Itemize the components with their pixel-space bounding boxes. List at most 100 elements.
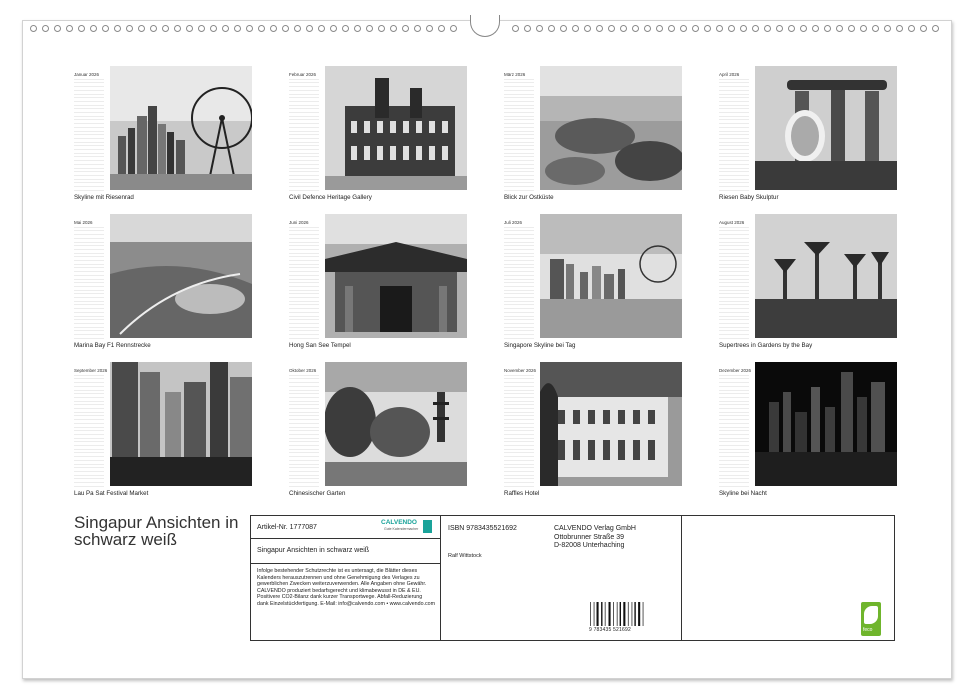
- barcode-number: 9 783435 521692: [589, 627, 631, 633]
- day-list: September 2026: [74, 368, 107, 489]
- day-lines: [74, 227, 104, 341]
- day-list: April 2026: [719, 72, 749, 193]
- publisher-name: CALVENDO Verlag GmbH: [554, 525, 636, 532]
- info-box: Artikel-Nr. 1777087 CALVENDO Gute Kalend…: [250, 515, 895, 641]
- day-lines: [289, 79, 319, 193]
- binding-hole: [426, 25, 433, 32]
- binding-hole: [632, 25, 639, 32]
- binding-hole: [162, 25, 169, 32]
- month-name: Mai 2026: [74, 220, 93, 225]
- photo-caption: Chinesischer Garten: [289, 490, 346, 497]
- binding-hole: [920, 25, 927, 32]
- month-name: Dezember 2026: [719, 368, 752, 373]
- photo-caption: Supertrees in Gardens by the Bay: [719, 342, 813, 349]
- binding-hole: [342, 25, 349, 32]
- binding-hole: [644, 25, 651, 32]
- binding-hole: [282, 25, 289, 32]
- photo-caption: Singapore Skyline bei Tag: [504, 342, 576, 349]
- binding-hole: [54, 25, 61, 32]
- isbn: ISBN 9783435521692: [448, 525, 517, 532]
- info-column-left: Artikel-Nr. 1777087 CALVENDO Gute Kalend…: [251, 516, 441, 640]
- month-photo: [325, 362, 467, 486]
- binding-hole: [66, 25, 73, 32]
- month-page: Mai 2026 Marina Bay F1 Rennstrecke: [74, 214, 256, 350]
- binding-hole: [174, 25, 181, 32]
- photo-illustration: [540, 214, 682, 338]
- binding-hole: [716, 25, 723, 32]
- binding-hole: [560, 25, 567, 32]
- day-list: Oktober 2026: [289, 368, 319, 489]
- calvendo-logo: CALVENDO: [381, 519, 417, 526]
- photo-caption: Riesen Baby Skulptur: [719, 194, 779, 201]
- binding-hole: [524, 25, 531, 32]
- month-page: Februar 2026 Civil Defence Heritage Gall…: [289, 66, 471, 202]
- photo-caption: Raffles Hotel: [504, 490, 540, 497]
- day-list: Mai 2026: [74, 220, 104, 341]
- binding-hole: [764, 25, 771, 32]
- month-name: Juli 2026: [504, 220, 523, 225]
- eco-label: feco: [861, 602, 881, 636]
- month-page: Januar 2026 Skyline mit Riesenrad: [74, 66, 256, 202]
- photo-illustration: [325, 214, 467, 338]
- binding-hole: [896, 25, 903, 32]
- photo-caption: Marina Bay F1 Rennstrecke: [74, 342, 151, 349]
- binding-hole: [884, 25, 891, 32]
- day-lines: [74, 79, 104, 193]
- day-lines: [719, 79, 749, 193]
- month-page: April 2026 Riesen Baby Skulptur: [719, 66, 901, 202]
- month-page: Juli 2026 Singapore Skyline bei Tag: [504, 214, 686, 350]
- binding-hole: [536, 25, 543, 32]
- info-title: Singapur Ansichten in schwarz weiß: [257, 547, 370, 554]
- day-list: Dezember 2026: [719, 368, 752, 489]
- day-list: November 2026: [504, 368, 536, 489]
- day-lines: [289, 375, 319, 489]
- photo-illustration: [325, 362, 467, 486]
- day-lines: [504, 227, 534, 341]
- month-photo: [110, 362, 252, 486]
- binding-hole: [186, 25, 193, 32]
- binding-hole: [114, 25, 121, 32]
- binding-hole: [126, 25, 133, 32]
- day-list: Februar 2026: [289, 72, 319, 193]
- month-name: August 2026: [719, 220, 745, 225]
- photo-caption: Skyline mit Riesenrad: [74, 194, 134, 201]
- publisher-street: Ottobrunner Straße 39: [554, 533, 625, 541]
- binding-hole: [596, 25, 603, 32]
- photo-illustration: [755, 214, 897, 338]
- month-photo: [325, 66, 467, 190]
- binding-hole: [656, 25, 663, 32]
- binding-hole: [584, 25, 591, 32]
- photo-illustration: [110, 214, 252, 338]
- binding-hole: [102, 25, 109, 32]
- month-photo: [540, 362, 682, 486]
- binding-hole: [620, 25, 627, 32]
- photo-illustration: [755, 66, 897, 190]
- photo-illustration: [540, 362, 682, 486]
- day-lines: [74, 375, 104, 489]
- publisher-city: D-82008 Unterhaching: [554, 542, 625, 549]
- binding-hole: [872, 25, 879, 32]
- month-photo: [325, 214, 467, 338]
- binding-hole: [294, 25, 301, 32]
- binding-hole: [680, 25, 687, 32]
- day-lines: [504, 375, 534, 489]
- binding-hole: [704, 25, 711, 32]
- binding-hole: [438, 25, 445, 32]
- month-photo: [540, 214, 682, 338]
- binding-hole: [366, 25, 373, 32]
- month-name: April 2026: [719, 72, 740, 77]
- day-lines: [504, 79, 534, 193]
- binding-hole: [210, 25, 217, 32]
- binding-hole: [572, 25, 579, 32]
- binding-hole: [390, 25, 397, 32]
- binding-hole: [800, 25, 807, 32]
- binding-hole: [728, 25, 735, 32]
- binding-hole: [668, 25, 675, 32]
- binding-hole: [414, 25, 421, 32]
- month-photo: [110, 214, 252, 338]
- photo-illustration: [325, 66, 467, 190]
- month-photo: [110, 66, 252, 190]
- leaf-icon: [864, 606, 878, 624]
- binding-hole: [42, 25, 49, 32]
- binding-hole: [932, 25, 939, 32]
